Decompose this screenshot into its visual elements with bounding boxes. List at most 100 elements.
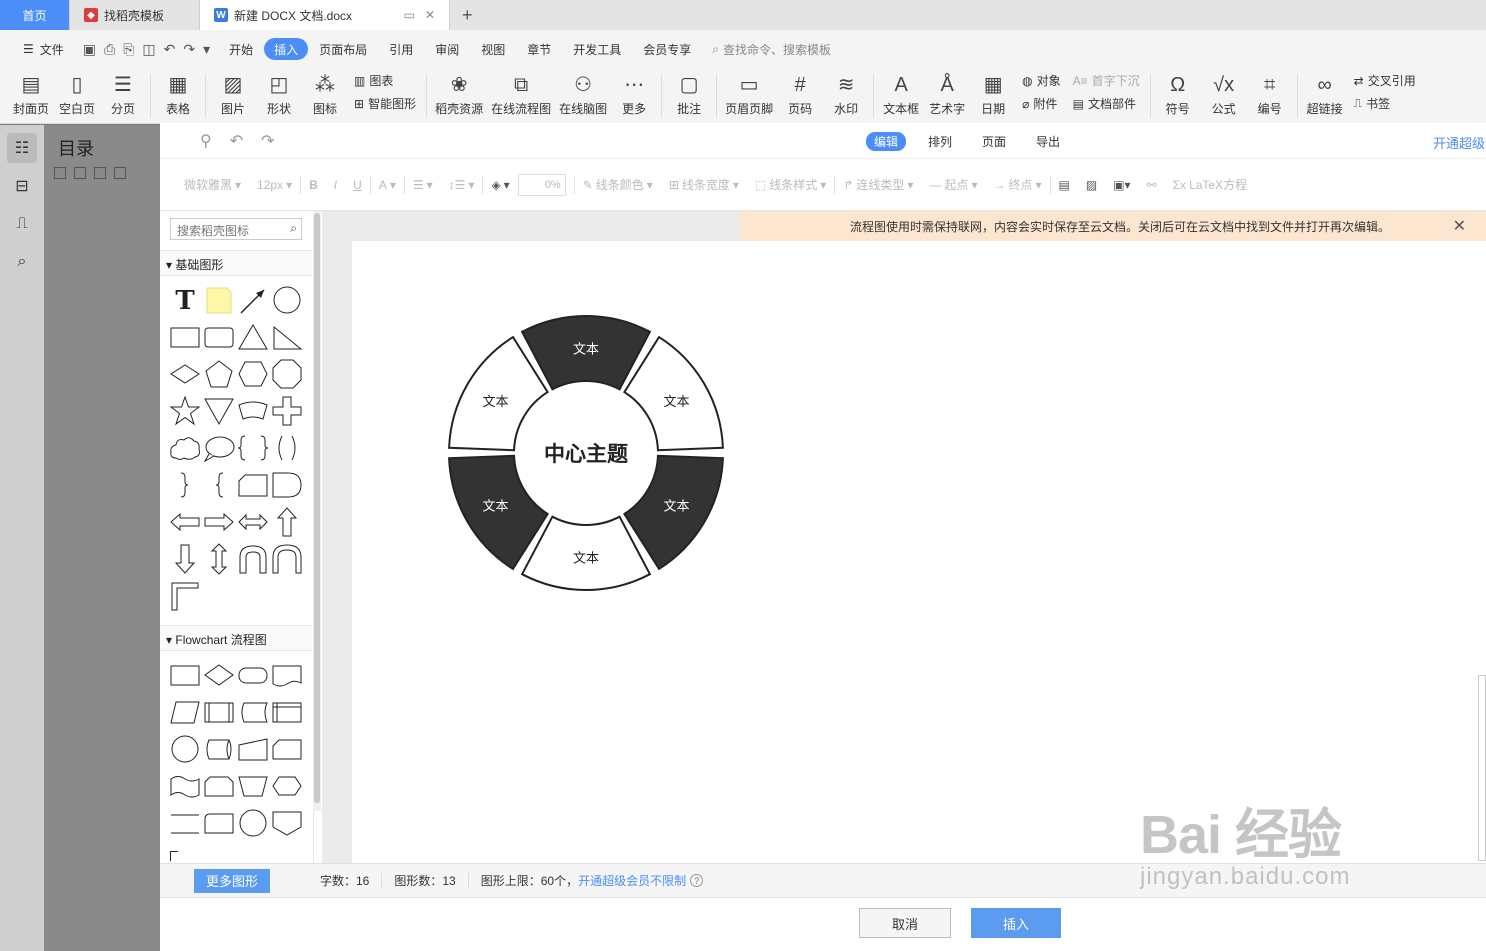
left-brace-shape[interactable]	[202, 467, 236, 504]
chart-button[interactable]: ▥ 图表	[354, 72, 416, 89]
diagram-canvas[interactable]: 文本 文本 文本 文本 文本 文本 中心主题 流程图使用时需保持联网，内容会实时保存至云文档…	[322, 211, 1486, 863]
undo-icon[interactable]: ↶	[164, 41, 176, 58]
star-shape[interactable]	[168, 393, 202, 430]
tab-arrange[interactable]: 排列	[920, 132, 960, 151]
page-number-button[interactable]: # 页码	[777, 68, 823, 117]
arrow-line-shape[interactable]	[236, 282, 270, 319]
off-page-shape[interactable]	[202, 805, 236, 842]
dropcap-button[interactable]: A≡ 首字下沉	[1073, 72, 1140, 89]
tab-home[interactable]: 首页	[0, 0, 70, 30]
chapter-nav-icon[interactable]: ⊟	[7, 171, 37, 201]
tab-edit[interactable]: 编辑	[866, 132, 907, 151]
diamond-shape[interactable]	[168, 356, 202, 393]
direct-data-shape[interactable]	[202, 731, 236, 768]
wave-shape[interactable]	[236, 393, 270, 430]
italic-button[interactable]: I	[326, 178, 345, 192]
inverted-triangle-shape[interactable]	[202, 393, 236, 430]
docer-resource-button[interactable]: ❀ 稻壳资源	[431, 68, 487, 117]
panel-scrollbar[interactable]	[313, 211, 321, 811]
page-break-button[interactable]: ☰ 分页	[100, 68, 146, 117]
redo-icon[interactable]: ↷	[183, 41, 195, 58]
save-icon[interactable]: ▣	[83, 41, 96, 58]
menu-review[interactable]: 审阅	[424, 38, 470, 60]
menu-start[interactable]: 开始	[218, 38, 264, 60]
rectangle-shape[interactable]	[168, 319, 202, 356]
pentagon-shape[interactable]	[202, 356, 236, 393]
canvas-page[interactable]: 文本 文本 文本 文本 文本 文本 中心主题	[352, 241, 1486, 863]
predefined-process-shape[interactable]	[202, 694, 236, 731]
corner-shape[interactable]	[168, 578, 202, 615]
line-style-button[interactable]: ⬚ 线条样式 ▾	[747, 176, 834, 193]
docpart-button[interactable]: ▤ 文档部件	[1073, 95, 1140, 112]
more-button[interactable]: ⋯ 更多	[611, 68, 657, 117]
tab-document[interactable]: W 新建 DOCX 文档.docx ▭ ✕	[200, 0, 450, 30]
right-arrow-shape[interactable]	[202, 504, 236, 541]
up-arrow-shape[interactable]	[270, 504, 304, 541]
online-mindmap-button[interactable]: ⚇ 在线脑图	[555, 68, 611, 117]
undo-icon[interactable]: ↶	[230, 131, 243, 151]
speech-bubble-shape[interactable]	[202, 430, 236, 467]
delay-shape[interactable]	[270, 467, 304, 504]
triangle-shape[interactable]	[236, 319, 270, 356]
vip-unlimited-link[interactable]: 开通超级会员不限制	[578, 872, 686, 889]
tab-export[interactable]: 导出	[1028, 132, 1068, 151]
menu-references[interactable]: 引用	[378, 38, 424, 60]
header-footer-button[interactable]: ▭ 页眉页脚	[721, 68, 777, 117]
octagon-shape[interactable]	[270, 356, 304, 393]
manual-input-shape[interactable]	[236, 731, 270, 768]
opacity-input[interactable]: 0%	[517, 173, 566, 196]
help-icon[interactable]: ?	[690, 874, 704, 887]
card-flow-shape[interactable]	[270, 731, 304, 768]
text-shape[interactable]: T	[168, 282, 202, 319]
decision-shape[interactable]	[202, 657, 236, 694]
date-button[interactable]: ▦ 日期	[970, 68, 1016, 117]
preparation-shape[interactable]	[270, 768, 304, 805]
brackets-shape[interactable]	[270, 430, 304, 467]
hyperlink-button[interactable]: ∞ 超链接	[1302, 68, 1348, 117]
cross-shape[interactable]	[270, 393, 304, 430]
cloud-shape[interactable]	[168, 430, 202, 467]
fill-color-button[interactable]: ◈ ▾	[483, 178, 517, 192]
double-arrow-shape[interactable]	[236, 504, 270, 541]
terminator-shape[interactable]	[236, 657, 270, 694]
connector-circle-shape[interactable]	[168, 731, 202, 768]
line-spacing-button[interactable]: ↕☰ ▾	[441, 178, 483, 192]
picture-button[interactable]: ▨ 图片	[210, 68, 256, 117]
punched-tape-shape[interactable]	[168, 768, 202, 805]
note-shape[interactable]	[202, 282, 236, 319]
bookmark-panel-icon[interactable]: ⎍	[7, 209, 37, 239]
wordart-button[interactable]: Å 艺术字	[924, 68, 970, 117]
underline-button[interactable]: U	[345, 178, 370, 192]
table-button[interactable]: ▦ 表格	[155, 68, 201, 117]
menu-member[interactable]: 会员专享	[632, 38, 702, 60]
cancel-button[interactable]: 取消	[859, 908, 951, 938]
circle-shape[interactable]	[270, 282, 304, 319]
hexagon-shape[interactable]	[236, 356, 270, 393]
toc-expand-icon[interactable]	[74, 167, 86, 179]
image-insert-icon[interactable]: ▨	[1078, 178, 1105, 192]
menu-view[interactable]: 视图	[470, 38, 516, 60]
on-page-connector-shape[interactable]	[236, 805, 270, 842]
toc-remove-icon[interactable]	[114, 167, 126, 179]
tab-templates[interactable]: ◆ 找稻壳模板	[70, 0, 200, 30]
latex-button[interactable]: Σx LaTeX方程	[1165, 176, 1255, 193]
crossref-button[interactable]: ⇄ 交叉引用	[1354, 72, 1416, 89]
print-icon[interactable]: ⎘	[123, 41, 134, 58]
section-flowchart[interactable]: ▾ Flowchart 流程图	[160, 625, 312, 651]
attachment-button[interactable]: ⌀ 附件	[1022, 95, 1061, 112]
menu-section[interactable]: 章节	[516, 38, 562, 60]
textbox-button[interactable]: A 文本框	[878, 68, 924, 117]
toc-panel-icon[interactable]: ☷	[7, 133, 37, 163]
process-shape[interactable]	[168, 657, 202, 694]
menu-layout[interactable]: 页面布局	[308, 38, 378, 60]
link-icon[interactable]: ⚯	[1139, 178, 1165, 192]
object-button[interactable]: ◍ 对象	[1022, 72, 1061, 89]
bookmark-button[interactable]: ⎍ 书签	[1354, 95, 1416, 112]
find-icon[interactable]: ⌕	[7, 247, 37, 277]
bold-button[interactable]: B	[301, 178, 326, 192]
font-color-button[interactable]: A ▾	[371, 178, 404, 192]
more-shapes-button[interactable]: 更多图形	[194, 868, 270, 893]
tab-close-icon[interactable]: ✕	[425, 8, 435, 22]
right-brace-shape[interactable]	[168, 467, 202, 504]
panel-scrollbar-thumb[interactable]	[314, 213, 320, 803]
